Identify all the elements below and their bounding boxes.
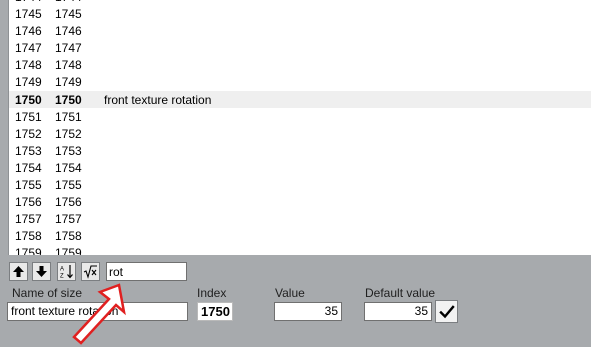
row-value: 1754 [55, 161, 82, 175]
row-value: 1745 [55, 7, 82, 21]
arrow-up-icon [13, 266, 24, 277]
list-row[interactable]: 1753 1753 [9, 142, 591, 159]
row-value: 1744 [55, 0, 82, 4]
checkmark-icon [438, 304, 455, 318]
search-input[interactable] [106, 262, 187, 281]
row-value: 1758 [55, 229, 82, 243]
list-row[interactable]: 1752 1752 [9, 125, 591, 142]
row-index: 1759 [15, 246, 42, 255]
move-up-button[interactable] [9, 262, 28, 281]
arrow-down-icon [36, 266, 47, 277]
list-row[interactable]: 1757 1757 [9, 210, 591, 227]
list-row[interactable]: 1751 1751 [9, 108, 591, 125]
index-label: Index [197, 286, 227, 300]
row-value: 1750 [55, 93, 82, 107]
svg-text:A: A [60, 267, 64, 273]
row-index: 1748 [15, 58, 42, 72]
row-name: front texture rotation [104, 93, 212, 107]
row-value: 1756 [55, 195, 82, 209]
row-index: 1755 [15, 178, 42, 192]
row-value: 1746 [55, 24, 82, 38]
apply-button[interactable] [435, 300, 458, 323]
default-value-label: Default value [365, 286, 436, 300]
row-index: 1754 [15, 161, 42, 175]
value-label: Value [275, 286, 305, 300]
list-row[interactable]: 1758 1758 [9, 227, 591, 244]
svg-text:Z: Z [60, 274, 64, 280]
row-value: 1751 [55, 110, 82, 124]
row-value: 1747 [55, 41, 82, 55]
list-row-selected[interactable]: 1750 1750 front texture rotation [9, 91, 591, 108]
row-index: 1753 [15, 144, 42, 158]
list-row[interactable]: 1755 1755 [9, 176, 591, 193]
index-field: 1750 [197, 302, 233, 321]
list-row[interactable]: 1745 1745 [9, 5, 591, 22]
row-index: 1744 [15, 0, 42, 4]
row-index: 1750 [15, 93, 42, 107]
row-value: 1752 [55, 127, 82, 141]
row-value: 1748 [55, 58, 82, 72]
row-index: 1747 [15, 41, 42, 55]
row-value: 1757 [55, 212, 82, 226]
row-value: 1759 [55, 246, 82, 255]
sort-az-icon: A Z [60, 265, 73, 280]
row-index: 1758 [15, 229, 42, 243]
list-row[interactable]: 1747 1747 [9, 39, 591, 56]
list-row[interactable]: 1749 1749 [9, 73, 591, 90]
list-row[interactable]: 1754 1754 [9, 159, 591, 176]
row-value: 1749 [55, 75, 82, 89]
sqrt-x-icon [83, 265, 97, 279]
row-value: 1755 [55, 178, 82, 192]
annotation-arrow-icon [72, 283, 126, 345]
row-index: 1751 [15, 110, 42, 124]
row-index: 1745 [15, 7, 42, 21]
row-index: 1757 [15, 212, 42, 226]
value-field[interactable]: 35 [274, 302, 342, 321]
sort-button[interactable]: A Z [57, 262, 76, 281]
size-list[interactable]: 1744 1744 1745 1745 1746 1746 1747 1747 … [8, 0, 591, 255]
move-down-button[interactable] [32, 262, 51, 281]
list-row[interactable]: 1756 1756 [9, 193, 591, 210]
row-index: 1756 [15, 195, 42, 209]
list-row[interactable]: 1746 1746 [9, 22, 591, 39]
list-row[interactable]: 1759 1759 [9, 244, 591, 255]
default-value-field[interactable]: 35 [364, 302, 432, 321]
row-index: 1749 [15, 75, 42, 89]
row-index: 1746 [15, 24, 42, 38]
list-row[interactable]: 1748 1748 [9, 56, 591, 73]
formula-button[interactable] [81, 262, 100, 281]
row-value: 1753 [55, 144, 82, 158]
row-index: 1752 [15, 127, 42, 141]
